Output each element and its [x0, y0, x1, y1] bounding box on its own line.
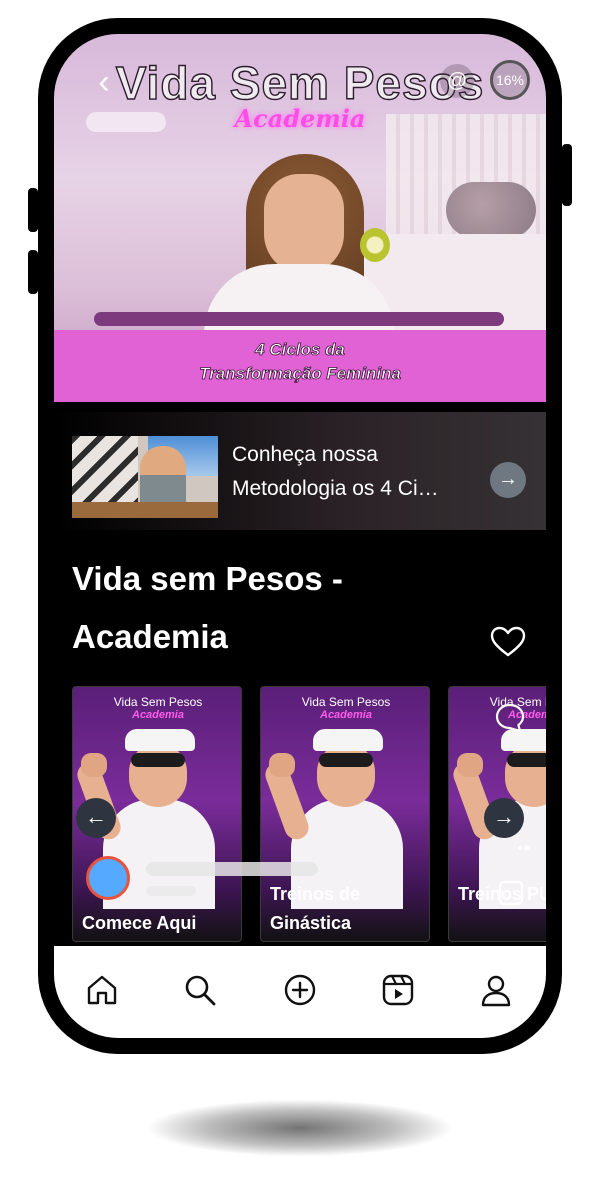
- card-person-glasses: [131, 753, 185, 767]
- hero-brand-subtitle: Academia: [234, 104, 366, 133]
- at-icon[interactable]: @: [440, 64, 474, 98]
- reels-icon[interactable]: [380, 972, 416, 1008]
- card-person-visor: [125, 729, 195, 751]
- create-icon[interactable]: [282, 972, 318, 1008]
- card-label: Treinos de Ginástica: [270, 884, 361, 933]
- bookmark-icon[interactable]: [498, 880, 524, 906]
- page-title: Vida sem Pesos - Academia: [72, 560, 343, 655]
- card-brand: Vida Sem Pesos: [113, 695, 203, 709]
- comment-icon[interactable]: [494, 702, 526, 734]
- volume-down-button: [28, 250, 38, 294]
- card-brand: Vida Sem Pesos: [301, 695, 391, 709]
- thumbnail-floor: [72, 502, 218, 518]
- card-brand-sub: Academia: [132, 709, 184, 721]
- alarm-clock: [360, 228, 390, 262]
- power-button: [562, 144, 572, 206]
- featured-video-card[interactable]: Conheça nossa Metodologia os 4 Ci… →: [54, 412, 546, 530]
- card-person-visor: [313, 729, 383, 751]
- screen: Vida Sem Pesos Academia 4 Ciclos da Tran…: [54, 34, 546, 1038]
- device-shadow: [150, 1100, 450, 1156]
- arrow-right-icon[interactable]: →: [490, 462, 526, 498]
- card-person-glasses: [507, 753, 546, 767]
- home-icon[interactable]: [84, 972, 120, 1008]
- hero-banner-line2: Transformação Feminina: [199, 364, 402, 384]
- back-icon[interactable]: ‹: [84, 62, 124, 102]
- carousel-card[interactable]: Vida Sem Pesos Academia Treinos de Ginás…: [260, 686, 430, 942]
- avatar[interactable]: [86, 856, 130, 900]
- hero-banner-line1: 4 Ciclos da: [255, 340, 346, 360]
- hero-video[interactable]: Vida Sem Pesos Academia 4 Ciclos da Tran…: [54, 34, 546, 402]
- collection-carousel[interactable]: Vida Sem Pesos Academia Comece Aqui Vida…: [72, 686, 546, 942]
- more-options-icon[interactable]: [516, 844, 536, 852]
- hero-person-face: [264, 174, 344, 274]
- carousel-next-button[interactable]: →: [484, 798, 524, 838]
- heart-icon[interactable]: [490, 626, 526, 658]
- search-icon[interactable]: [182, 972, 218, 1008]
- bottom-nav: [54, 946, 546, 1038]
- video-title[interactable]: Conheça nossa Metodologia os 4 Ci…: [232, 438, 476, 506]
- carousel-prev-button[interactable]: ←: [76, 798, 116, 838]
- username-skeleton: [146, 862, 318, 876]
- card-person-fist: [457, 753, 483, 777]
- card-label: Comece Aqui: [82, 913, 197, 933]
- profile-icon[interactable]: [478, 972, 514, 1008]
- resistance-band: [94, 312, 504, 326]
- card-person-fist: [269, 753, 295, 777]
- caption-skeleton: [146, 886, 196, 896]
- card-person-glasses: [319, 753, 373, 767]
- hero-banner-text: 4 Ciclos da Transformação Feminina: [54, 338, 546, 386]
- card-person-fist: [81, 753, 107, 777]
- phone-frame: Vida Sem Pesos Academia 4 Ciclos da Tran…: [28, 18, 572, 1054]
- card-brand-sub: Academia: [320, 709, 372, 721]
- video-thumbnail[interactable]: [72, 436, 218, 518]
- hero-pillow: [446, 182, 536, 238]
- volume-up-button: [28, 188, 38, 232]
- progress-indicator: 16%: [490, 60, 530, 100]
